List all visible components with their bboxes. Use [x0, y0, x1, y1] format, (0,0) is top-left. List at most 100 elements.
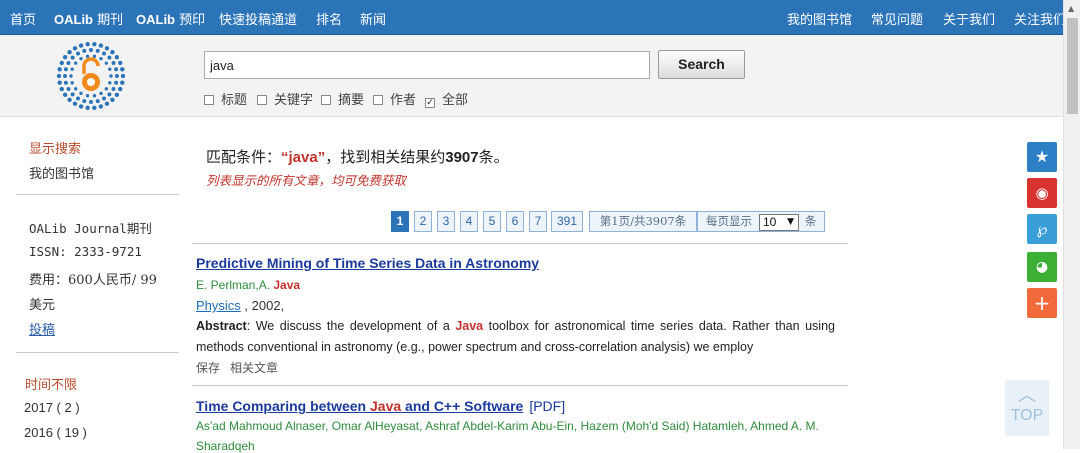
title-keyword: Java — [370, 398, 402, 414]
summary-keyword: “java” — [281, 149, 326, 166]
search-input[interactable] — [204, 51, 650, 79]
nav-home[interactable]: 首页 — [10, 9, 36, 28]
per-page-value: 10 — [763, 215, 777, 229]
filter-label: 作者 — [390, 93, 417, 108]
filter-all[interactable]: ✓ 全部 — [425, 89, 468, 108]
checkbox-checked[interactable]: ✓ — [425, 98, 435, 108]
abstract-keyword: Java — [455, 319, 484, 333]
scrollbar[interactable]: ▲ — [1063, 0, 1080, 449]
filter-title[interactable]: 标题 — [204, 89, 247, 108]
back-to-top-button[interactable]: ︿ TOP — [1005, 380, 1049, 436]
save-link[interactable]: 保存 — [196, 361, 220, 375]
page-button-2[interactable]: 2 — [414, 211, 432, 232]
title-text: Time Comparing between — [196, 398, 370, 414]
time-filter-heading[interactable]: 时间不限 — [25, 374, 77, 393]
nav-ranking[interactable]: 排名 — [316, 9, 342, 28]
nav-faq[interactable]: 常见问题 — [871, 9, 923, 28]
top-nav: 首页 OALib 期刊 OALib 预印 快速投稿通道 排名 新闻 我的图书馆 … — [0, 0, 1066, 35]
page-button-4[interactable]: 4 — [460, 211, 478, 232]
summary-prefix: 匹配条件： — [206, 148, 282, 166]
per-page-control: 每页显示 10 ▼ 条 — [697, 211, 825, 232]
result-year: , 2002, — [240, 298, 285, 313]
page-button-3[interactable]: 3 — [437, 211, 455, 232]
year-filter-2017[interactable]: 2017 ( 2 ) — [24, 400, 80, 415]
results-summary: 匹配条件：“java”，找到相关结果约3907条。 — [206, 146, 509, 167]
page-info: 第1页/共3907条 — [589, 211, 697, 232]
page-button-5[interactable]: 5 — [483, 211, 501, 232]
nav-preprint-label: 预印 — [179, 13, 206, 28]
page-button-last[interactable]: 391 — [551, 211, 583, 232]
filter-label: 全部 — [442, 93, 469, 108]
year-filter-2016[interactable]: 2016 ( 19 ) — [24, 425, 87, 440]
nav-oalib-preprint[interactable]: OALib 预印 — [136, 9, 205, 28]
result-abstract: Abstract: We discuss the development of … — [196, 316, 835, 358]
scrollbar-thumb[interactable] — [1067, 18, 1078, 114]
nav-oalib-journal[interactable]: OALib 期刊 — [54, 9, 123, 28]
result-authors: E. Perlman,A. Java — [196, 278, 300, 292]
filter-author[interactable]: 作者 — [373, 89, 416, 108]
filter-label: 关键字 — [274, 93, 314, 108]
search-button[interactable]: Search — [658, 50, 745, 79]
scroll-up-arrow-icon[interactable]: ▲ — [1068, 4, 1074, 13]
filter-keyword[interactable]: 关键字 — [257, 89, 313, 108]
filter-abstract[interactable]: 摘要 — [321, 89, 364, 108]
nav-brand-text: OALib — [54, 12, 93, 27]
open-access-logo-icon[interactable] — [55, 40, 127, 112]
page-button-1[interactable]: 1 — [391, 211, 409, 232]
wechat-icon[interactable]: ◕ — [1027, 252, 1057, 282]
divider — [16, 352, 179, 353]
nav-journal-label: 期刊 — [97, 13, 124, 28]
submit-link[interactable]: 投稿 — [29, 319, 55, 338]
related-articles-link[interactable]: 相关文章 — [230, 361, 278, 375]
nav-fast-submit[interactable]: 快速投稿通道 — [219, 9, 297, 28]
tencent-icon[interactable]: ℘ — [1027, 214, 1057, 244]
per-page-label: 每页显示 — [706, 214, 752, 228]
per-page-select[interactable]: 10 ▼ — [759, 214, 799, 231]
chevron-down-icon: ▼ — [787, 217, 794, 227]
checkbox[interactable] — [321, 95, 331, 105]
journal-link[interactable]: Physics — [196, 298, 241, 313]
result-title[interactable]: Predictive Mining of Time Series Data in… — [196, 255, 539, 271]
chevron-up-icon: ︿ — [1018, 385, 1036, 406]
show-search-link[interactable]: 显示搜索 — [29, 138, 81, 157]
my-library-link[interactable]: 我的图书馆 — [29, 163, 94, 182]
result-title-row: Time Comparing between Java and C++ Soft… — [196, 398, 565, 414]
result-count: 3907 — [445, 149, 479, 166]
issn: ISSN: 2333-9721 — [29, 244, 142, 259]
title-text: and C++ Software — [401, 398, 524, 414]
search-header: Search 标题 关键字 摘要 作者 ✓ 全部 — [0, 35, 1063, 117]
abstract-label: Abstract — [196, 319, 247, 333]
nav-news[interactable]: 新闻 — [360, 9, 386, 28]
result-title[interactable]: Time Comparing between Java and C++ Soft… — [196, 398, 523, 414]
checkbox[interactable] — [257, 95, 267, 105]
abstract-text: : We discuss the development of a — [246, 319, 456, 333]
result-authors[interactable]: As'ad Mahmoud Alnaser, Omar AlHeyasat, A… — [196, 419, 819, 433]
checkbox[interactable] — [204, 95, 214, 105]
author-names[interactable]: E. Perlman,A. — [196, 278, 273, 292]
result-actions: 保存 相关文章 — [196, 359, 288, 376]
nav-follow-us[interactable]: 关注我们 — [1014, 9, 1066, 28]
nav-my-library[interactable]: 我的图书馆 — [787, 9, 852, 28]
free-access-note: 列表显示的所有文章，均可免费获取 — [206, 173, 407, 188]
page-button-6[interactable]: 6 — [506, 211, 524, 232]
divider — [16, 194, 179, 195]
journal-name: OALib Journal期刊 — [29, 221, 152, 236]
fee-line-2: 美元 — [29, 298, 56, 313]
result-journal: Physics , 2002, — [196, 298, 284, 313]
weibo-icon[interactable]: ◉ — [1027, 178, 1057, 208]
divider — [192, 385, 848, 386]
summary-middle: ，找到相关结果约 — [325, 148, 446, 166]
checkbox[interactable] — [373, 95, 383, 105]
pdf-link[interactable]: [PDF] — [529, 398, 565, 414]
plus-icon[interactable]: + — [1027, 288, 1057, 318]
filter-label: 标题 — [221, 93, 248, 108]
star-icon[interactable]: ★ — [1027, 142, 1057, 172]
nav-about-us[interactable]: 关于我们 — [943, 9, 995, 28]
divider — [192, 243, 848, 244]
author-keyword[interactable]: Java — [273, 278, 300, 292]
summary-suffix: 条。 — [478, 148, 509, 166]
page-button-7[interactable]: 7 — [529, 211, 547, 232]
back-to-top-label: TOP — [1010, 407, 1044, 424]
nav-brand-text: OALib — [136, 12, 175, 27]
result-authors-cont[interactable]: Sharadqeh — [196, 439, 255, 453]
